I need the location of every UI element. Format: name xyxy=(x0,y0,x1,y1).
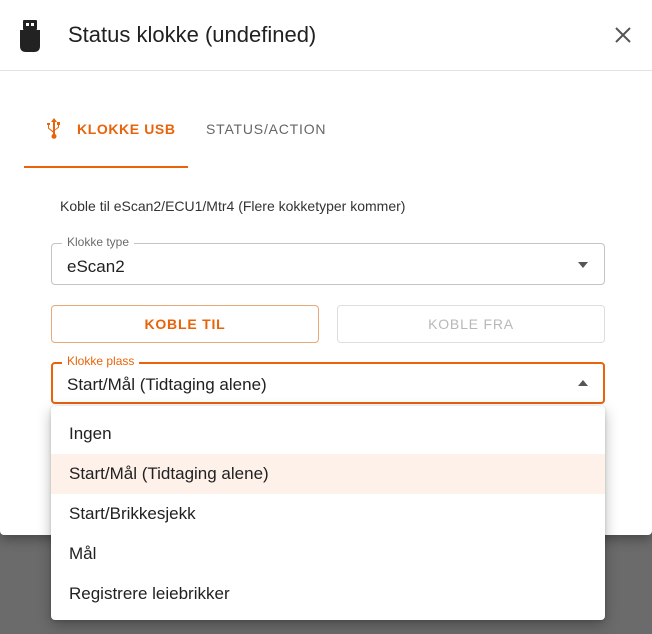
clock-type-label: Klokke type xyxy=(62,235,135,249)
clock-place-select[interactable]: Klokke plass Start/Mål (Tidtaging alene) xyxy=(51,354,605,404)
tab-status-action[interactable]: STATUS/ACTION xyxy=(188,104,348,166)
connect-button[interactable]: KOBLE TIL xyxy=(51,305,319,343)
menu-item-start-brikkesjekk[interactable]: Start/Brikkesjekk xyxy=(51,494,605,534)
clock-type-select[interactable]: Klokke type eScan2 xyxy=(51,235,605,285)
menu-item-maal[interactable]: Mål xyxy=(51,534,605,574)
usb-plug-icon xyxy=(20,20,40,52)
connect-description: Koble til eScan2/ECU1/Mtr4 (Flere kokket… xyxy=(60,198,406,214)
clock-place-label: Klokke plass xyxy=(62,354,140,368)
menu-item-start-maal[interactable]: Start/Mål (Tidtaging alene) xyxy=(51,454,605,494)
clock-place-menu: Ingen Start/Mål (Tidtaging alene) Start/… xyxy=(51,406,605,620)
tab-label: STATUS/ACTION xyxy=(206,121,327,137)
menu-item-registrere-leiebrikker[interactable]: Registrere leiebrikker xyxy=(51,574,605,614)
tab-label: KLOKKE USB xyxy=(77,121,176,137)
chevron-up-icon xyxy=(578,380,588,386)
tab-klokke-usb[interactable]: KLOKKE USB xyxy=(24,104,188,168)
clock-place-value: Start/Mål (Tidtaging alene) xyxy=(67,375,267,394)
usb-icon xyxy=(47,118,60,139)
menu-item-ingen[interactable]: Ingen xyxy=(51,414,605,454)
chevron-down-icon xyxy=(578,262,588,268)
close-icon[interactable] xyxy=(612,24,634,46)
dialog-title: Status klokke (undefined) xyxy=(68,22,317,47)
clock-type-value: eScan2 xyxy=(67,257,125,276)
dialog-header: Status klokke (undefined) xyxy=(0,0,652,71)
disconnect-button: KOBLE FRA xyxy=(337,305,605,343)
